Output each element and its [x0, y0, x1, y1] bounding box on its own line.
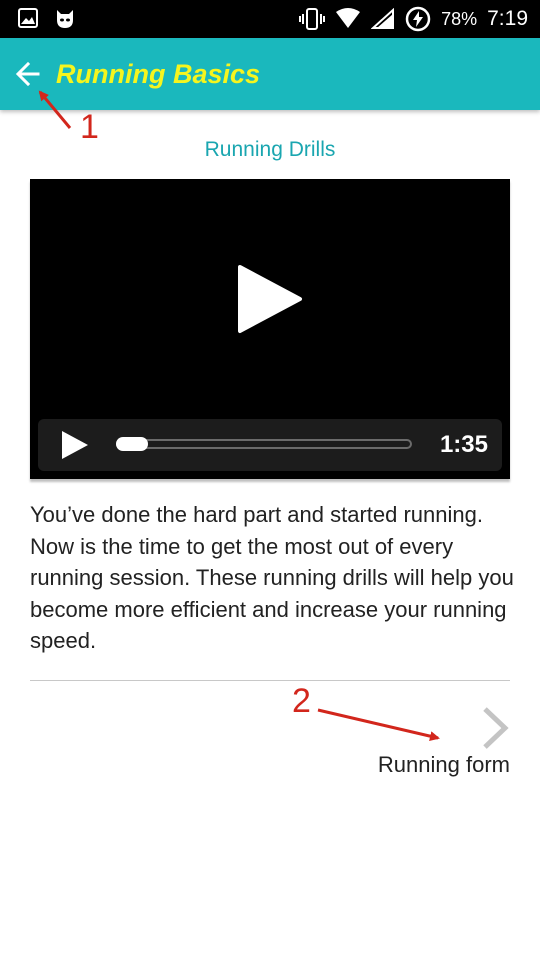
signal-icon — [371, 8, 395, 29]
video-duration: 1:35 — [439, 431, 488, 458]
chevron-right-icon[interactable] — [480, 706, 510, 750]
status-bar: 78% 7:19 — [0, 0, 540, 38]
video-progress-bar[interactable] — [116, 437, 412, 451]
battery-saver-icon — [405, 6, 431, 32]
divider — [30, 680, 510, 681]
play-button[interactable] — [56, 429, 92, 461]
gallery-icon — [18, 8, 38, 28]
status-right-icons: 78% 7:19 — [299, 0, 528, 38]
description-text: You’ve done the hard part and started ru… — [30, 502, 514, 653]
page-title: Running Basics — [56, 59, 261, 89]
app-bar: Running Basics — [0, 38, 540, 110]
next-label[interactable]: Running form — [378, 752, 510, 778]
progress-thumb[interactable] — [116, 437, 148, 451]
annotation-marker-2: 2 — [292, 682, 311, 720]
next-running-form-link[interactable]: Running form — [290, 704, 510, 784]
annotation-marker-1: 1 — [80, 108, 99, 146]
mask-app-icon — [57, 10, 73, 28]
status-time: 7:19 — [487, 7, 528, 30]
screen: 78% 7:19 Running Basics Running Drills 1… — [0, 0, 540, 960]
back-button[interactable] — [8, 54, 48, 94]
video-controls: 1:35 — [38, 419, 502, 471]
vibrate-icon — [299, 8, 326, 30]
status-left-icons — [18, 8, 76, 30]
play-icon[interactable] — [234, 263, 304, 335]
arrow-left-icon — [15, 61, 40, 87]
wifi-icon — [336, 8, 361, 28]
battery-percent: 78% — [441, 8, 478, 29]
video-player[interactable]: 1:35 — [30, 179, 510, 479]
